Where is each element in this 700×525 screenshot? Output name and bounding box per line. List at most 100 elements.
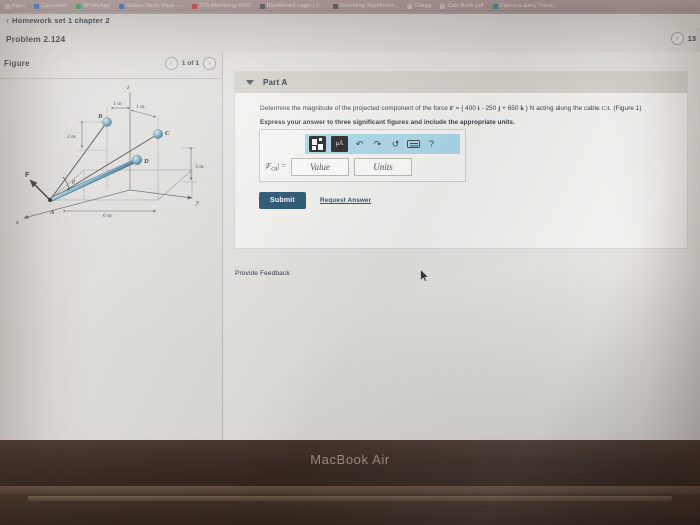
answer-entry-box: µÅ ↶ ↷ ↺ ? |FCA| = Value Units: [259, 129, 466, 182]
bookmark-item[interactable]: STA Mastering ENG: [191, 3, 251, 9]
figure-navigation[interactable]: ‹ 1 of 1 ›: [164, 57, 216, 70]
bookmark-label: Calc Book.pdf: [447, 3, 484, 9]
label-axis-y: y: [195, 199, 199, 206]
label-suffix: | =: [277, 161, 286, 170]
bookmark-item[interactable]: Calculator: [34, 3, 67, 9]
apps-icon: [5, 3, 10, 9]
force-eq: = { 400: [453, 105, 478, 112]
calculator-icon: [34, 3, 40, 9]
bookmark-label: Statics Study Pack -...: [125, 3, 183, 9]
problem-pager[interactable]: ‹ 13: [670, 32, 696, 45]
sigma-icon: [333, 3, 339, 9]
part-a-card: Part A Determine the magnitude of the pr…: [235, 72, 687, 248]
force-mid-2: + 650: [500, 105, 521, 112]
laptop-deck-edge: [28, 496, 672, 501]
figure-panel-title: Figure: [4, 59, 30, 68]
question-instruction: Express your answer to three significant…: [260, 119, 515, 126]
label-axis-x: x: [15, 219, 19, 226]
part-a-header[interactable]: Part A: [235, 72, 687, 93]
breadcrumb[interactable]: ‹ Homework set 1 chapter 2: [6, 15, 110, 25]
undo-icon[interactable]: ↶: [353, 139, 366, 149]
mastering-icon: [191, 3, 197, 9]
action-row: Submit Request Answer: [259, 192, 371, 209]
math-toolbar[interactable]: µÅ ↶ ↷ ↺ ?: [305, 134, 460, 154]
calculus-icon: [492, 3, 498, 9]
figure-header: Figure ‹ 1 of 1 ›: [0, 52, 222, 78]
figure-image-3d-cable-diagram[interactable]: z x y A B C D F θ 2 m 1 m 1 m 3 m 6 m: [6, 78, 218, 228]
bookmark-item[interactable]: Calc Book.pdf: [440, 3, 483, 9]
figure-counter: 1 of 1: [181, 60, 199, 67]
value-input[interactable]: Value: [291, 158, 349, 176]
bookmark-label: Blackboard Login | F...: [266, 3, 325, 9]
mouse-cursor: [420, 269, 429, 282]
bookmark-label: Calculator: [41, 3, 68, 9]
label-dim-6m: 6 m: [103, 213, 112, 219]
chevron-left-icon[interactable]: ‹: [670, 32, 684, 45]
bookmark-label: STA Mastering ENG: [198, 3, 251, 9]
label-point-c: C: [165, 130, 170, 137]
pdf-icon: [440, 3, 446, 9]
blackboard-icon: [259, 3, 265, 9]
bookmark-label: Calculus Early Trans...: [499, 3, 558, 9]
label-point-d: D: [143, 158, 149, 165]
bookmark-label: Chegg: [414, 3, 432, 9]
submit-button[interactable]: Submit: [259, 192, 306, 209]
photograph-of-laptop: Apps Calculator WhatsApp Statics Study P…: [0, 0, 700, 525]
bookmark-label: Rounding Significant...: [340, 3, 399, 9]
laptop-screen: Apps Calculator WhatsApp Statics Study P…: [0, 0, 700, 440]
force-mid-1: - 250: [479, 105, 499, 112]
label-axis-z: z: [126, 84, 130, 91]
bookmark-item[interactable]: Calculus Early Trans...: [492, 3, 558, 9]
reset-icon[interactable]: ↺: [389, 139, 402, 149]
bookmark-item[interactable]: Rounding Significant...: [333, 3, 398, 9]
page-title: Problem 2.124: [6, 34, 66, 44]
question-body: Determine the magnitude of the projected…: [235, 93, 687, 128]
pager-value: 13: [687, 34, 696, 43]
breadcrumb-label: Homework set 1 chapter 2: [11, 15, 110, 25]
caret-down-icon[interactable]: [246, 80, 254, 85]
label-dim-1m-right: 1 m: [136, 104, 145, 110]
chevron-left-icon[interactable]: ‹: [164, 57, 178, 70]
keyboard-icon[interactable]: [407, 140, 420, 148]
mastering-engineering-page: ‹ Homework set 1 chapter 2 Problem 2.124…: [0, 14, 700, 440]
question-panel: Part A Determine the magnitude of the pr…: [223, 52, 700, 440]
question-prefix: Determine the magnitude of the projected…: [260, 105, 450, 112]
label-point-a: A: [49, 209, 55, 216]
label-force-f: F: [25, 170, 30, 179]
question-statement: Determine the magnitude of the projected…: [260, 103, 687, 114]
figure-reference[interactable]: . (Figure 1): [610, 105, 642, 112]
bookmark-item[interactable]: Blackboard Login | F...: [259, 3, 325, 9]
label-dim-3m: 3 m: [195, 164, 204, 170]
bookmark-item[interactable]: Chegg: [407, 3, 431, 9]
units-input[interactable]: Units: [354, 158, 412, 176]
page-icon: [407, 3, 413, 9]
request-answer-link[interactable]: Request Answer: [320, 197, 371, 204]
redo-icon[interactable]: ↷: [371, 139, 384, 149]
bookmark-item[interactable]: Statics Study Pack -...: [118, 3, 183, 9]
whatsapp-icon: [76, 3, 82, 9]
answer-variable-label: |FCA| =: [265, 162, 286, 172]
chevron-right-icon[interactable]: ›: [203, 57, 216, 70]
part-a-label: Part A: [263, 78, 288, 87]
force-suffix: } N acting along the cable: [523, 105, 602, 112]
chevron-left-icon: ‹: [6, 15, 9, 25]
label-angle-theta: θ: [72, 180, 75, 186]
answer-field-row: |FCA| = Value Units: [265, 158, 412, 176]
provide-feedback-link[interactable]: Provide Feedback: [235, 270, 290, 277]
label-dim-2m: 2 m: [67, 134, 76, 140]
laptop-hinge: [0, 486, 700, 494]
bookmark-label: WhatsApp: [83, 3, 110, 9]
label-dim-1m-left: 1 m: [113, 101, 122, 107]
units-glyph: µÅ: [335, 141, 344, 147]
doc-icon: [118, 3, 124, 9]
template-matrix-icon[interactable]: [309, 136, 326, 152]
bookmark-item[interactable]: WhatsApp: [76, 3, 110, 9]
browser-bookmarks-bar[interactable]: Apps Calculator WhatsApp Statics Study P…: [0, 0, 700, 12]
bookmark-label: Apps: [12, 3, 26, 9]
device-brand-label: MacBook Air: [310, 452, 390, 467]
cable-name: CA: [601, 105, 610, 112]
bookmark-item[interactable]: Apps: [5, 3, 25, 9]
label-point-b: B: [97, 113, 103, 120]
units-micro-angstrom-icon[interactable]: µÅ: [331, 136, 348, 152]
help-icon[interactable]: ?: [425, 139, 438, 149]
